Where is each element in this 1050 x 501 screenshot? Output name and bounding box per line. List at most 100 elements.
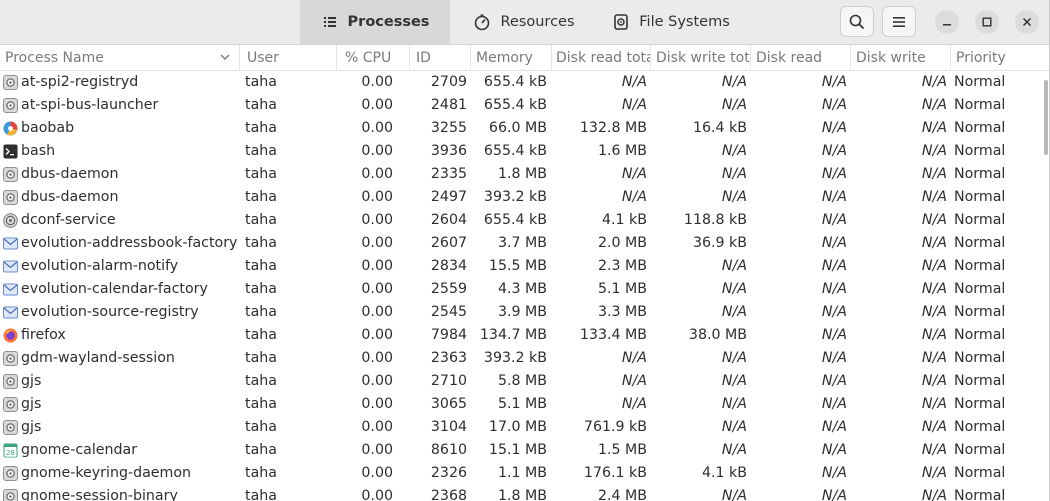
cell-priority: Normal	[954, 350, 1006, 366]
generic-process-icon	[3, 420, 18, 435]
calendar-day-label: 28	[6, 449, 15, 457]
search-button[interactable]	[840, 6, 874, 37]
column-header-disk-write[interactable]: Disk write	[851, 45, 951, 71]
minimize-icon	[942, 17, 952, 27]
minimize-button[interactable]	[935, 10, 959, 34]
tab-processes[interactable]: Processes	[300, 0, 450, 44]
list-icon	[321, 13, 339, 31]
process-name: evolution-calendar-factory	[21, 281, 208, 297]
process-name-cell: gjs	[3, 393, 241, 416]
table-row[interactable]: bash taha 0.00 3936 655.4 kB 1.6 MB N/A N/A N/A N…	[0, 140, 1049, 163]
column-header-disk-read[interactable]: Disk read	[751, 45, 851, 71]
cell-id: 2559	[430, 281, 467, 297]
column-header-memory[interactable]: Memory	[471, 45, 552, 71]
close-button[interactable]	[1015, 10, 1039, 34]
process-name-cell: evolution-calendar-factory	[3, 278, 241, 301]
process-list: at-spi2-registryd taha 0.00 2709 655.4 kB N/A…	[0, 71, 1049, 501]
cell-disk-read-total: 1.6 MB	[597, 143, 647, 159]
cell-disk-read-total: 133.4 MB	[579, 327, 647, 343]
cell-disk-write-total: N/A	[721, 304, 747, 320]
cell-disk-write-total: N/A	[721, 373, 747, 389]
process-name: evolution-alarm-notify	[21, 258, 179, 274]
cell-disk-write-total: 4.1 kB	[701, 465, 747, 481]
cell-cpu: 0.00	[361, 373, 393, 389]
column-header-id[interactable]: ID	[411, 45, 471, 71]
hamburger-icon	[892, 15, 906, 29]
table-row[interactable]: evolution-addressbook-factory taha 0.00 260…	[0, 232, 1049, 255]
generic-process-icon	[3, 75, 18, 90]
tab-resources[interactable]: Resources	[450, 0, 598, 44]
table-row[interactable]: dbus-daemon taha 0.00 2335 1.8 MB N/A N/A N/A N/…	[0, 163, 1049, 186]
cell-user: taha	[245, 189, 277, 205]
generic-process-icon	[3, 374, 18, 389]
process-name-cell: evolution-alarm-notify	[3, 255, 241, 278]
cell-id: 2604	[430, 212, 467, 228]
cell-memory: 655.4 kB	[483, 97, 547, 113]
cell-id: 8610	[430, 442, 467, 458]
process-name: gnome-keyring-daemon	[21, 465, 191, 481]
vertical-scrollbar[interactable]	[1044, 80, 1048, 155]
cell-disk-write: N/A	[921, 281, 947, 297]
table-row[interactable]: baobab taha 0.00 3255 66.0 MB 132.8 MB 16.4 kB…	[0, 117, 1049, 140]
table-row[interactable]: evolution-calendar-factory taha 0.00 2559 4.…	[0, 278, 1049, 301]
process-name-cell: gjs	[3, 370, 241, 393]
cell-cpu: 0.00	[361, 350, 393, 366]
column-header-disk-write-total[interactable]: Disk write tot	[651, 45, 751, 71]
process-name: dbus-daemon	[21, 189, 119, 205]
column-header-cpu[interactable]: % CPU	[340, 45, 410, 71]
process-name-cell: dbus-daemon	[3, 186, 241, 209]
process-name: firefox	[21, 327, 66, 343]
tab-file-systems[interactable]: File Systems	[598, 0, 744, 44]
tab-label: Resources	[500, 14, 575, 30]
main-menu-button[interactable]	[882, 6, 916, 37]
cell-disk-read-total: N/A	[621, 74, 647, 90]
table-row[interactable]: gdm-wayland-session taha 0.00 2363 393.2 kB N…	[0, 347, 1049, 370]
cell-disk-write: N/A	[921, 120, 947, 136]
table-row[interactable]: gnome-session-binary taha 0.00 2368 1.8 MB 2.…	[0, 485, 1049, 501]
cell-disk-read-total: 1.5 MB	[597, 442, 647, 458]
cell-disk-read: N/A	[821, 465, 847, 481]
cell-memory: 1.8 MB	[497, 488, 547, 501]
cell-priority: Normal	[954, 465, 1006, 481]
table-row[interactable]: evolution-source-registry taha 0.00 2545 3.9…	[0, 301, 1049, 324]
cell-id: 2481	[430, 97, 467, 113]
table-row[interactable]: gjs taha 0.00 2710 5.8 MB N/A N/A N/A N/A Normal	[0, 370, 1049, 393]
table-row[interactable]: 28 gnome-calendar taha 0.00 8610 15.1 MB 1.5 M…	[0, 439, 1049, 462]
table-row[interactable]: at-spi2-registryd taha 0.00 2709 655.4 kB N/A…	[0, 71, 1049, 94]
process-name-cell: bash	[3, 140, 241, 163]
column-header-user[interactable]: User	[242, 45, 337, 71]
cell-memory: 15.1 MB	[488, 442, 547, 458]
table-row[interactable]: firefox taha 0.00 7984 134.7 MB 133.4 MB 38.0 …	[0, 324, 1049, 347]
table-row[interactable]: gjs taha 0.00 3104 17.0 MB 761.9 kB N/A N/A N/A N…	[0, 416, 1049, 439]
cell-id: 7984	[430, 327, 467, 343]
cell-disk-write: N/A	[921, 143, 947, 159]
table-row[interactable]: at-spi-bus-launcher taha 0.00 2481 655.4 kB N…	[0, 94, 1049, 117]
cell-user: taha	[245, 465, 277, 481]
system-monitor-window: Processes Resources File Systems Process…	[0, 0, 1050, 501]
process-name: at-spi-bus-launcher	[21, 97, 159, 113]
cell-memory: 5.8 MB	[497, 373, 547, 389]
table-row[interactable]: evolution-alarm-notify taha 0.00 2834 15.5 M…	[0, 255, 1049, 278]
cell-disk-read: N/A	[821, 442, 847, 458]
cell-priority: Normal	[954, 396, 1006, 412]
maximize-button[interactable]	[975, 10, 999, 34]
table-row[interactable]: gjs taha 0.00 3065 5.1 MB N/A N/A N/A N/A Normal	[0, 393, 1049, 416]
column-header-disk-read-total[interactable]: Disk read tota	[551, 45, 651, 71]
header-bar: Processes Resources File Systems	[0, 0, 1049, 45]
cell-disk-read: N/A	[821, 350, 847, 366]
cell-memory: 393.2 kB	[483, 189, 547, 205]
table-row[interactable]: gnome-keyring-daemon taha 0.00 2326 1.1 MB 17…	[0, 462, 1049, 485]
cell-user: taha	[245, 327, 277, 343]
column-header-label: Process Name	[5, 50, 104, 66]
column-header-priority[interactable]: Priority	[951, 45, 1049, 71]
cell-user: taha	[245, 304, 277, 320]
cell-disk-read-total: 176.1 kB	[583, 465, 647, 481]
column-header-process-name[interactable]: Process Name	[0, 45, 240, 71]
cell-user: taha	[245, 258, 277, 274]
cell-id: 2363	[430, 350, 467, 366]
generic-process-icon	[3, 351, 18, 366]
table-row[interactable]: dbus-daemon taha 0.00 2497 393.2 kB N/A N/A N/A…	[0, 186, 1049, 209]
cell-cpu: 0.00	[361, 327, 393, 343]
cell-disk-write: N/A	[921, 97, 947, 113]
table-row[interactable]: dconf-service taha 0.00 2604 655.4 kB 4.1 kB 1…	[0, 209, 1049, 232]
